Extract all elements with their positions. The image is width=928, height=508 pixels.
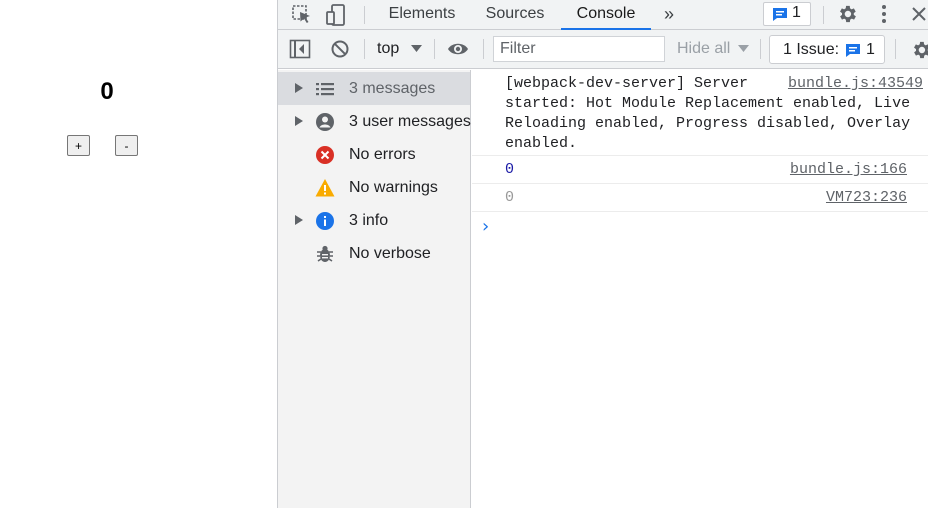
console-message-text: 0 (505, 161, 515, 178)
context-selector-label: top (377, 40, 400, 57)
sidebar-item-label: No errors (349, 146, 416, 163)
console-output: [webpack-dev-server] Server started: Hot… (472, 70, 928, 508)
source-link[interactable]: VM723:236 (826, 188, 907, 208)
tabbar-divider (364, 6, 365, 24)
list-icon (315, 79, 335, 99)
console-prompt[interactable]: › (482, 216, 489, 237)
expand-arrow-icon[interactable] (295, 215, 303, 225)
sidebar-item-errors[interactable]: No errors (278, 138, 470, 171)
messages-badge-count: 1 (792, 4, 801, 21)
devtools-panel: Elements Sources Console » 1 top Filter … (277, 0, 928, 508)
sidebar-item-label: No warnings (349, 179, 438, 196)
settings-gear-icon[interactable] (836, 3, 858, 25)
chevron-down-icon (411, 45, 422, 53)
sidebar-toggle-icon[interactable] (289, 39, 311, 59)
bug-icon (315, 244, 335, 264)
decrement-button[interactable]: - (115, 135, 138, 156)
toolbar-divider-3 (483, 39, 484, 59)
messages-badge[interactable]: 1 (763, 2, 811, 26)
log-levels-label: Hide all (677, 40, 731, 57)
clear-console-icon[interactable] (330, 39, 350, 59)
chevron-down-icon (738, 45, 749, 53)
inspect-element-icon[interactable] (291, 4, 313, 26)
source-link[interactable]: bundle.js:43549 (788, 74, 923, 94)
issues-button[interactable]: 1 Issue: 1 (769, 35, 885, 64)
console-toolbar: top Hide all 1 Issue: (278, 30, 928, 69)
sidebar-item-user-messages[interactable]: 3 user messages (278, 105, 471, 138)
issues-count: 1 (866, 41, 875, 58)
warning-icon (315, 178, 335, 198)
console-settings-gear-icon[interactable] (910, 39, 928, 61)
tab-sources[interactable]: Sources (474, 0, 556, 30)
user-icon (315, 112, 335, 132)
sidebar-item-label: 3 info (349, 212, 389, 229)
more-tabs-button[interactable]: » (658, 0, 680, 30)
source-link[interactable]: bundle.js:166 (790, 160, 907, 180)
toolbar-divider-4 (760, 39, 761, 59)
message-icon (845, 43, 861, 58)
sidebar-item-label: No verbose (349, 245, 431, 262)
info-icon (315, 211, 335, 231)
toolbar-divider-1 (364, 39, 365, 59)
expand-arrow-icon[interactable] (295, 83, 303, 93)
increment-button[interactable]: + (67, 135, 90, 156)
issues-label: 1 Issue: (783, 41, 840, 58)
console-message: 0 VM723:236 (472, 184, 928, 212)
log-levels-dropdown[interactable]: Hide all (677, 30, 753, 69)
sidebar-item-messages[interactable]: 3 messages (278, 72, 470, 105)
sidebar-item-label: 3 messages (349, 80, 436, 97)
filter-input[interactable] (493, 36, 665, 62)
device-toolbar-icon[interactable] (325, 3, 347, 27)
more-options-icon[interactable] (877, 3, 891, 25)
tab-console[interactable]: Console (561, 0, 651, 30)
sidebar-item-label: 3 user messages (349, 113, 471, 130)
error-icon (315, 145, 335, 165)
toolbar-divider-5 (895, 39, 896, 59)
counter-value: 0 (100, 78, 114, 105)
tab-elements[interactable]: Elements (377, 0, 467, 30)
context-selector[interactable]: top (370, 30, 426, 69)
sidebar-item-verbose[interactable]: No verbose (278, 237, 470, 270)
sidebar-item-info[interactable]: 3 info (278, 204, 470, 237)
page-viewport: 0 + - (0, 0, 277, 508)
console-message: 0 bundle.js:166 (472, 156, 928, 184)
live-expression-eye-icon[interactable] (447, 41, 469, 57)
message-icon (772, 7, 788, 22)
close-devtools-icon[interactable] (910, 5, 928, 23)
console-message: [webpack-dev-server] Server started: Hot… (472, 70, 928, 156)
tabbar-divider-2 (823, 6, 824, 24)
devtools-tabbar: Elements Sources Console » 1 (278, 0, 928, 30)
console-sidebar: 3 messages 3 user messages No errors No … (278, 70, 471, 508)
expand-arrow-icon[interactable] (295, 116, 303, 126)
prompt-chevron-icon: › (482, 216, 490, 237)
sidebar-item-warnings[interactable]: No warnings (278, 171, 470, 204)
toolbar-divider-2 (434, 39, 435, 59)
console-message-text: 0 (505, 189, 515, 206)
